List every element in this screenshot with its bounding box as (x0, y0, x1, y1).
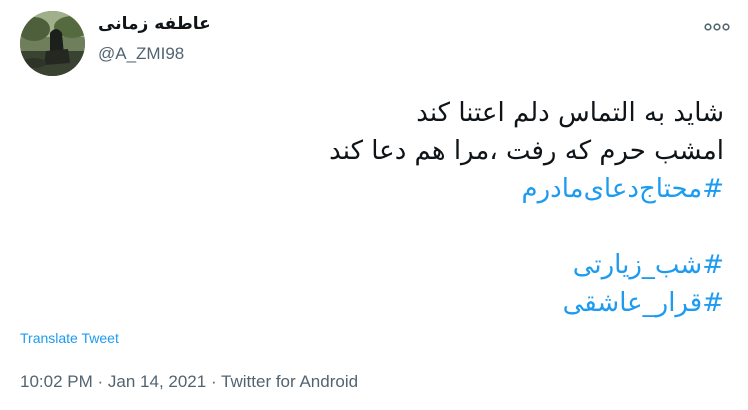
user-avatar-photo-icon (20, 11, 85, 76)
hashtag-link[interactable]: #قرار_عاشقی (24, 284, 724, 322)
user-handle[interactable]: @A_ZMI98 (98, 44, 184, 64)
tweet-card: عاطفه زمانی @A_ZMI98 شاید به التماس دلم … (0, 0, 748, 410)
more-dots-icon (704, 23, 730, 31)
display-name[interactable]: عاطفه زمانی (98, 14, 211, 34)
hashtag-link[interactable]: #شب_زیارتی (24, 246, 724, 284)
tweet-metadata: 10:02 PM · Jan 14, 2021 · Twitter for An… (20, 372, 358, 392)
hashtag-link[interactable]: #محتاج‌دعای‌مادرم (24, 170, 725, 208)
more-options-button[interactable] (704, 18, 730, 36)
meta-separator: · (210, 372, 217, 391)
tweet-source[interactable]: Twitter for Android (221, 372, 358, 391)
tweet-line: امشب حرم که رفت ،مرا هم دعا کند (329, 136, 724, 166)
avatar[interactable] (20, 11, 85, 76)
tweet-time[interactable]: 10:02 PM (20, 372, 93, 391)
translate-tweet-link[interactable]: Translate Tweet (20, 330, 119, 346)
tweet-line: شاید به التماس دلم اعتنا کند (416, 98, 724, 128)
tweet-date[interactable]: Jan 14, 2021 (108, 372, 206, 391)
meta-separator: · (97, 372, 104, 391)
tweet-text: شاید به التماس دلم اعتنا کند امشب حرم که… (24, 94, 724, 322)
